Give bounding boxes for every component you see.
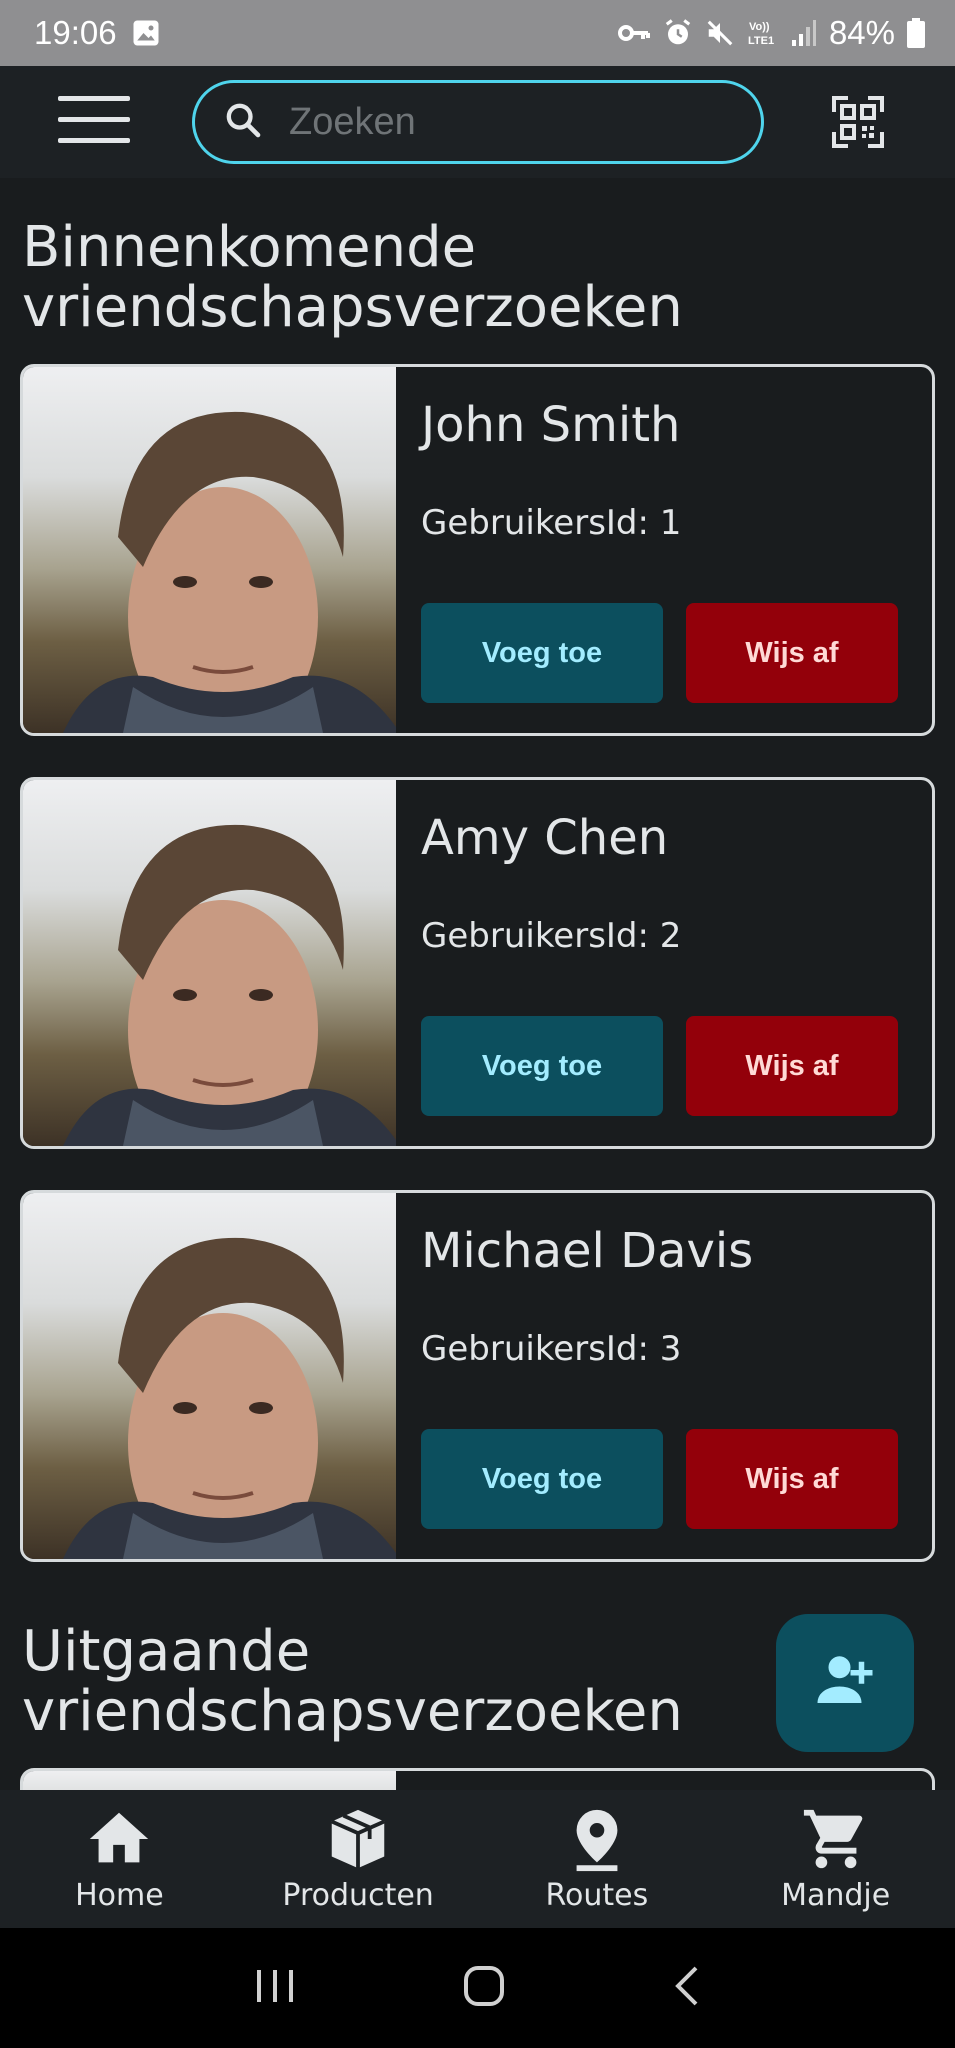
nav-producten[interactable]: Producten <box>239 1790 478 1928</box>
reject-button[interactable]: Wijs af <box>686 1429 898 1529</box>
menu-icon[interactable] <box>58 96 130 148</box>
add-friend-button[interactable] <box>776 1614 914 1752</box>
accept-button[interactable]: Voeg toe <box>421 1429 663 1529</box>
status-bar: 19:06 Vo)) LTE1 84% <box>0 0 955 66</box>
battery-level: 84% <box>828 14 895 51</box>
system-navigation <box>0 1928 955 2048</box>
friend-request-card: John Smith GebruikersId: 1 Voeg toe Wijs… <box>20 364 935 736</box>
box-icon <box>323 1804 393 1874</box>
title-line: vriendschapsverzoeken <box>22 275 683 340</box>
signal-icon <box>791 18 817 48</box>
key-icon <box>617 20 651 46</box>
volte-icon: Vo)) LTE1 <box>747 18 779 48</box>
home-system-icon[interactable] <box>462 1964 506 2013</box>
nav-routes[interactable]: Routes <box>478 1790 717 1928</box>
search-bar[interactable] <box>192 80 764 164</box>
nav-label: Producten <box>282 1878 434 1913</box>
avatar <box>23 367 396 733</box>
user-id: GebruikersId: 2 <box>421 916 682 956</box>
reject-button[interactable]: Wijs af <box>686 1016 898 1116</box>
accept-button[interactable]: Voeg toe <box>421 1016 663 1116</box>
incoming-section-title: Binnenkomende vriendschapsverzoeken <box>22 218 683 338</box>
avatar <box>23 1193 396 1559</box>
search-input[interactable] <box>289 100 729 144</box>
requester-name: Michael Davis <box>421 1223 754 1279</box>
title-line: Uitgaande <box>22 1619 311 1684</box>
nav-home[interactable]: Home <box>0 1790 239 1928</box>
location-pin-icon <box>562 1804 632 1874</box>
avatar <box>23 780 396 1146</box>
reject-button[interactable]: Wijs af <box>686 603 898 703</box>
back-icon[interactable] <box>672 1964 702 2013</box>
nav-mandje[interactable]: Mandje <box>716 1790 955 1928</box>
title-line: Binnenkomende <box>22 215 477 280</box>
title-line: vriendschapsverzoeken <box>22 1679 683 1744</box>
outgoing-section-title: Uitgaande vriendschapsverzoeken <box>22 1622 683 1742</box>
person-add-icon <box>812 1648 878 1719</box>
top-app-bar <box>0 66 955 178</box>
requester-name: Amy Chen <box>421 810 669 866</box>
search-icon <box>223 100 263 145</box>
nav-label: Routes <box>545 1878 649 1913</box>
bottom-navigation: Home Producten Routes Mandje <box>0 1790 955 1928</box>
svg-text:Vo)): Vo)) <box>749 21 770 33</box>
svg-text:LTE1: LTE1 <box>748 35 774 47</box>
alarm-icon <box>663 18 693 48</box>
home-icon <box>84 1804 154 1874</box>
cart-icon <box>801 1804 871 1874</box>
status-time: 19:06 <box>34 14 117 51</box>
mute-icon <box>705 18 735 48</box>
user-id: GebruikersId: 1 <box>421 503 682 543</box>
qr-code-icon[interactable] <box>832 96 884 148</box>
accept-button[interactable]: Voeg toe <box>421 603 663 703</box>
nav-label: Mandje <box>781 1878 891 1913</box>
requester-name: John Smith <box>421 397 681 453</box>
image-icon <box>131 18 161 48</box>
recent-apps-icon[interactable] <box>253 1966 297 2011</box>
nav-label: Home <box>75 1878 164 1913</box>
user-id: GebruikersId: 3 <box>421 1329 682 1369</box>
battery-icon <box>907 18 925 48</box>
friend-request-card: Amy Chen GebruikersId: 2 Voeg toe Wijs a… <box>20 777 935 1149</box>
friend-request-card: Michael Davis GebruikersId: 3 Voeg toe W… <box>20 1190 935 1562</box>
